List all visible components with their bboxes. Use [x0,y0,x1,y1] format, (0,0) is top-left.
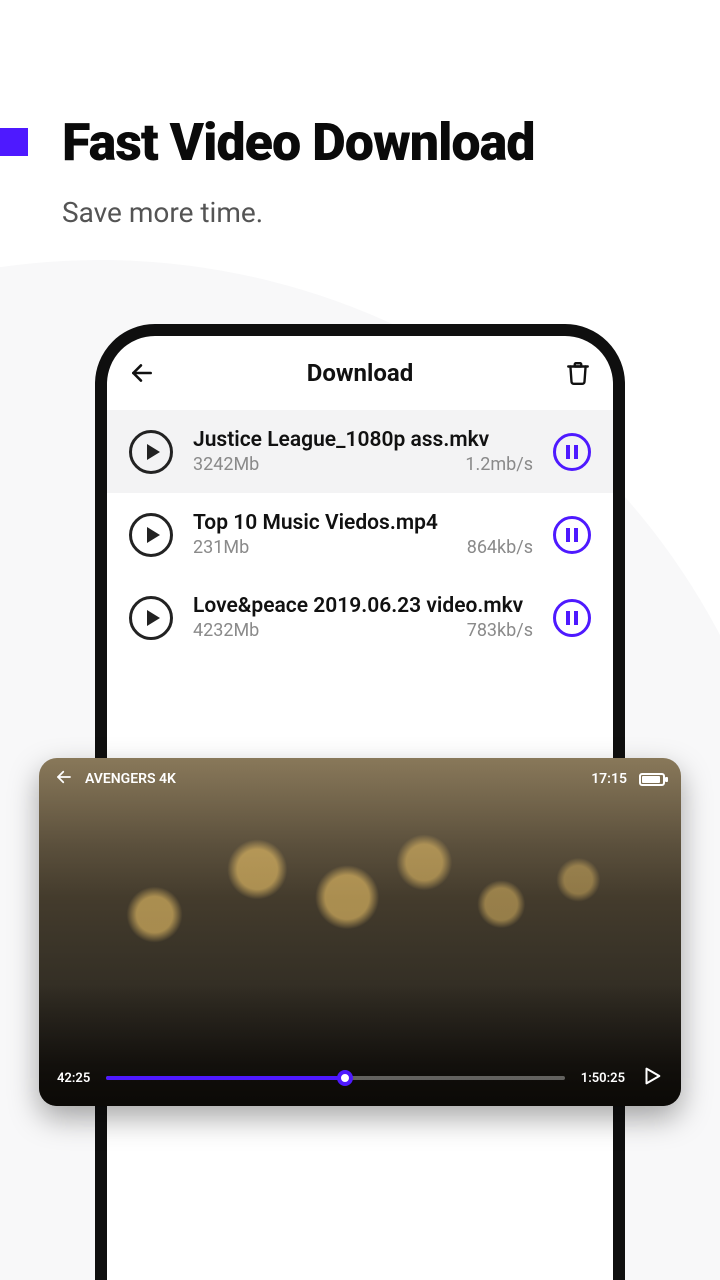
pause-icon[interactable] [553,516,591,554]
play-icon[interactable] [129,430,173,474]
file-size: 4232Mb [193,620,259,641]
total-duration: 1:50:25 [581,1071,625,1086]
download-header: Download [107,336,613,410]
download-list: Justice League_1080p ass.mkv 3242Mb 1.2m… [107,410,613,659]
seek-bar[interactable] [106,1076,565,1080]
trash-icon[interactable] [565,360,591,386]
play-icon[interactable] [641,1064,663,1092]
video-player-card: AVENGERS 4K 17:15 42:25 1:50:25 [39,758,681,1106]
video-back-icon[interactable] [55,768,73,790]
back-icon[interactable] [129,360,155,386]
marketing-headline: Fast Video Download [62,112,535,173]
video-title: AVENGERS 4K [85,771,176,787]
file-size: 231Mb [193,537,249,558]
file-name: Top 10 Music Viedos.mp4 [193,511,533,535]
file-speed: 864kb/s [467,537,533,558]
download-row[interactable]: Top 10 Music Viedos.mp4 231Mb 864kb/s [107,493,613,576]
marketing-subhead: Save more time. [62,196,263,229]
download-title: Download [307,359,413,387]
download-row[interactable]: Justice League_1080p ass.mkv 3242Mb 1.2m… [107,410,613,493]
file-size: 3242Mb [193,454,259,475]
file-name: Justice League_1080p ass.mkv [193,428,533,452]
pause-icon[interactable] [553,433,591,471]
play-icon[interactable] [129,513,173,557]
video-thumbnail [39,758,681,1106]
file-name: Love&peace 2019.06.23 video.mkv [193,594,533,618]
play-icon[interactable] [129,596,173,640]
status-clock: 17:15 [591,771,627,787]
download-row[interactable]: Love&peace 2019.06.23 video.mkv 4232Mb 7… [107,576,613,659]
battery-icon [639,773,665,786]
file-speed: 1.2mb/s [465,454,533,475]
pause-icon[interactable] [553,599,591,637]
accent-bar [0,128,28,156]
elapsed-time: 42:25 [57,1071,90,1086]
seek-knob[interactable] [337,1070,353,1086]
file-speed: 783kb/s [467,620,533,641]
